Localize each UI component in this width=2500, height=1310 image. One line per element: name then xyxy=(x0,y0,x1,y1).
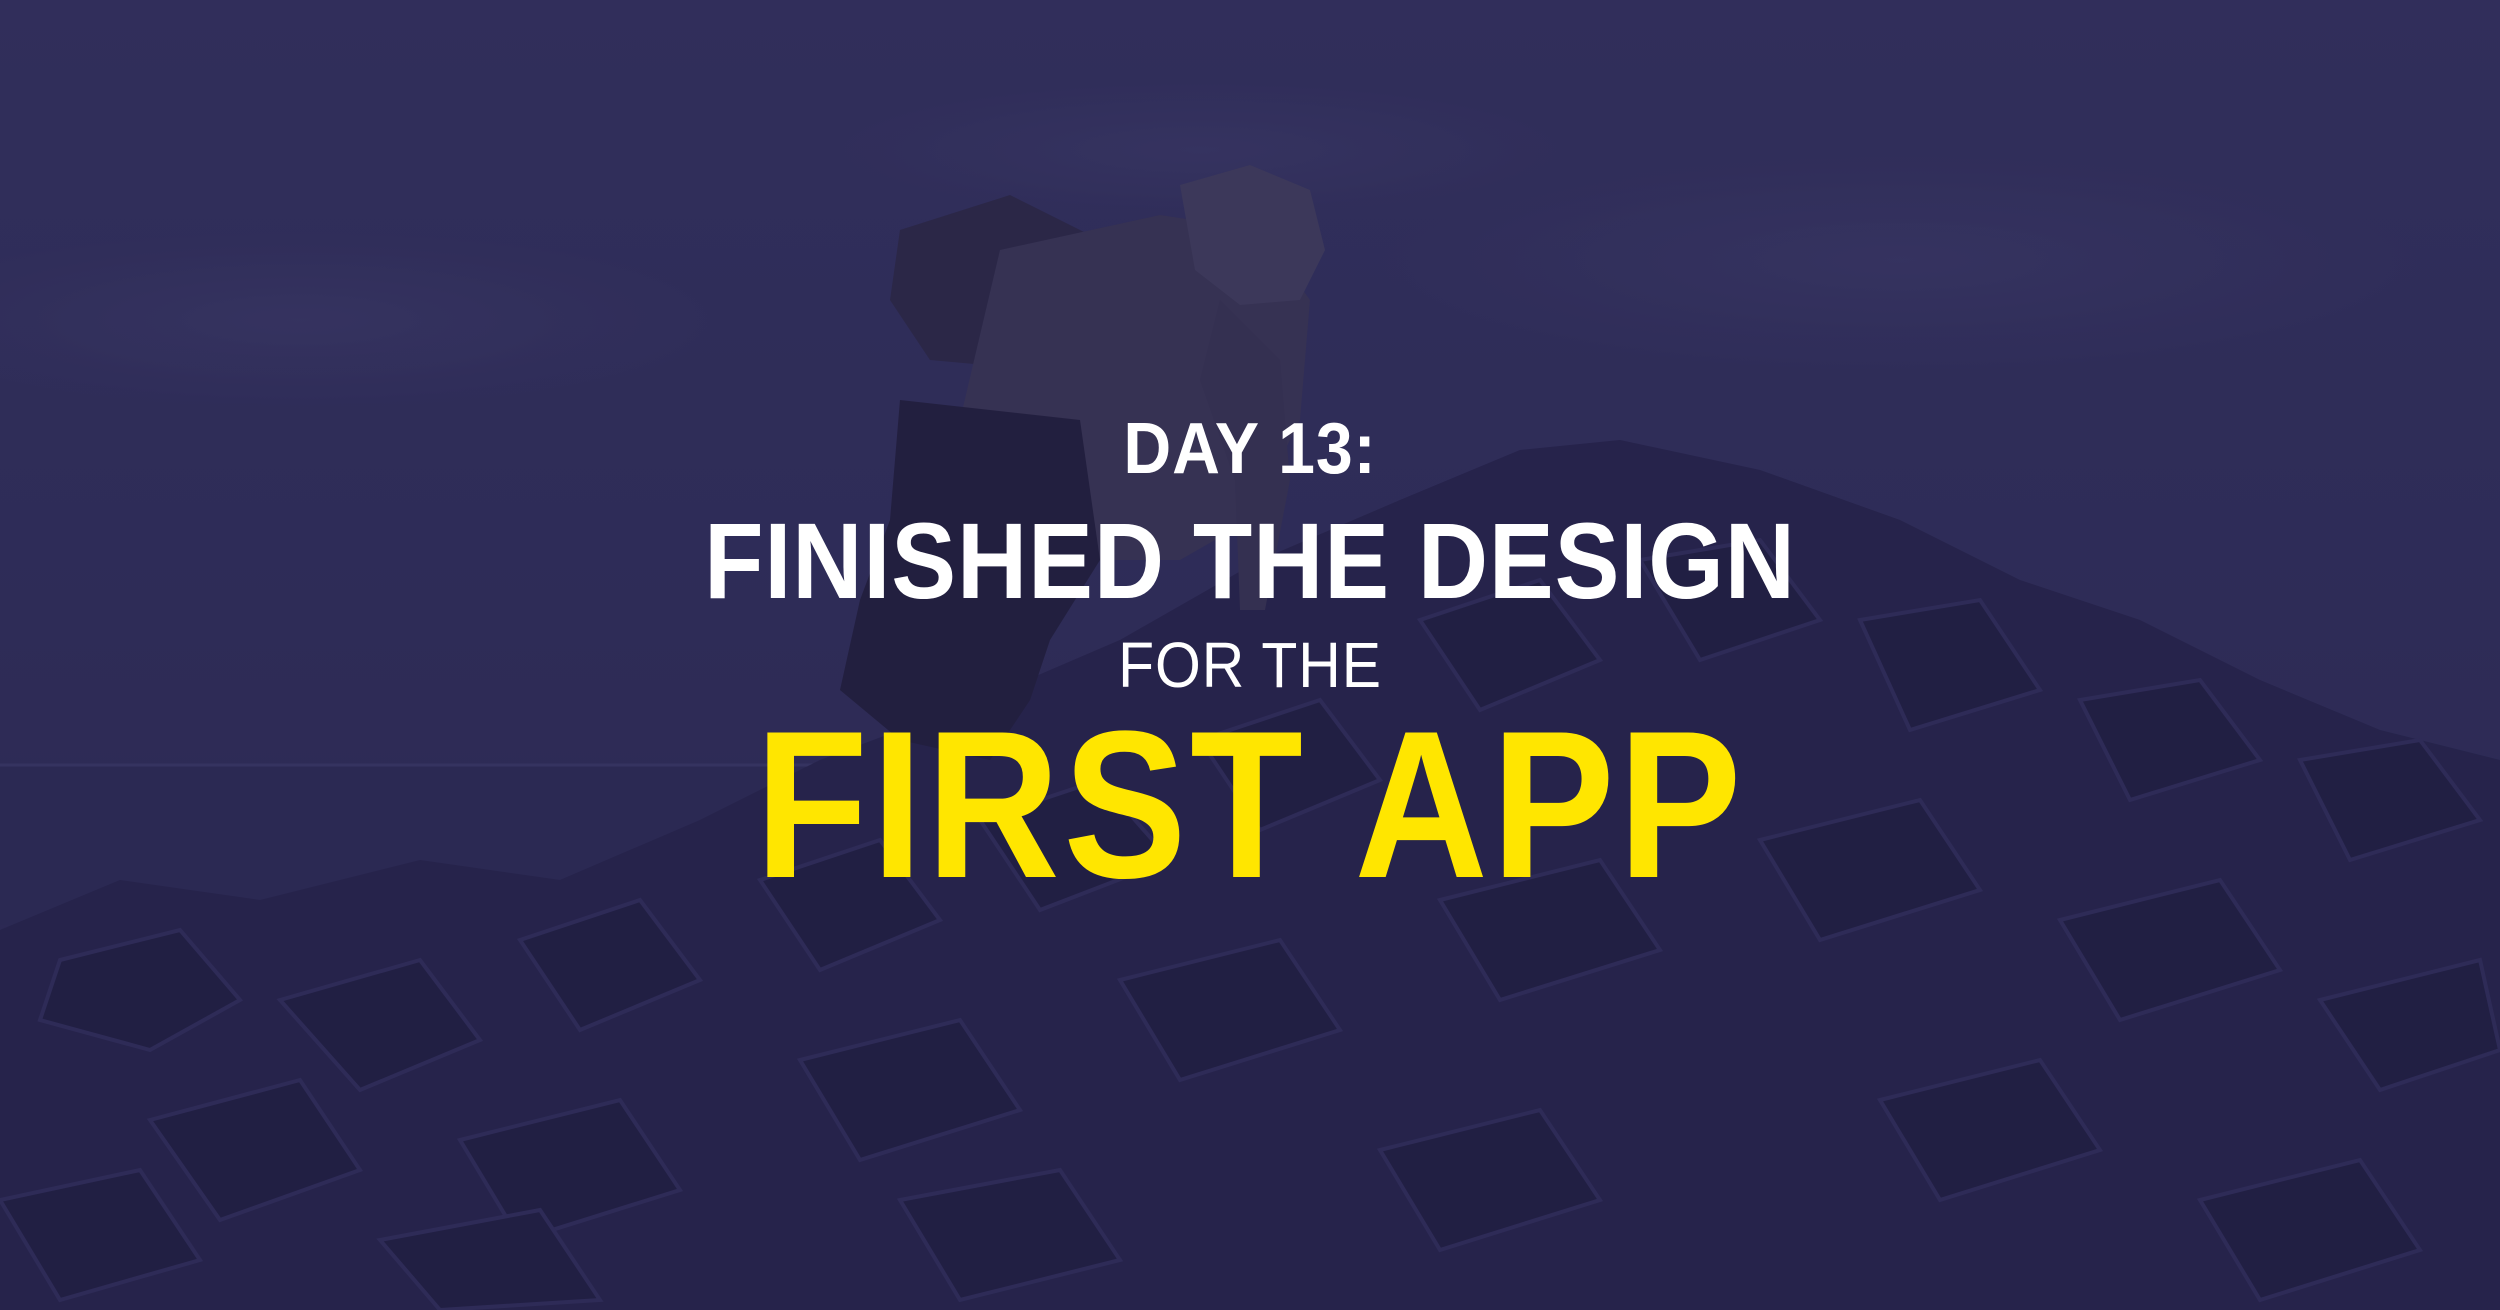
banner: DAY 13: FINISHED THE DESIGN FOR THE FIRS… xyxy=(0,0,2500,1310)
day-label: DAY 13: xyxy=(1123,409,1377,489)
headline-title: FINISHED THE DESIGN xyxy=(704,500,1796,621)
headline: DAY 13: FINISHED THE DESIGN FOR THE FIRS… xyxy=(0,0,2500,1310)
headline-subject: FIRST APP xyxy=(755,687,1745,922)
